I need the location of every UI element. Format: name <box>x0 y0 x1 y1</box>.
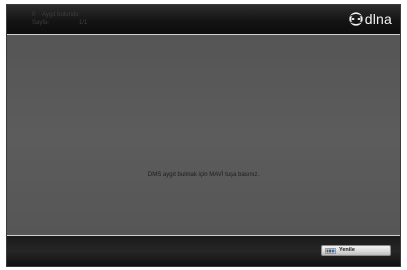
header-bar: 0 Aygıt bulundu Sayfa: 1/1 dlna <box>7 5 400 35</box>
dlna-screen: 0 Aygıt bulundu Sayfa: 1/1 dlna DMS aygı… <box>6 4 401 267</box>
blue-key-icon <box>325 247 336 254</box>
refresh-button-label: Yenile <box>339 247 355 253</box>
page-value: 1/1 <box>79 20 88 26</box>
device-count-title: 0 Aygıt bulundu <box>32 12 79 19</box>
device-found-label: Aygıt bulundu <box>42 12 79 18</box>
refresh-button[interactable]: Yenile <box>321 245 391 256</box>
dlna-logo: dlna <box>349 10 392 28</box>
info-message: DMS aygıt bulmak için MAVİ tuşa basınız. <box>147 172 260 178</box>
dlna-logo-icon <box>349 12 363 26</box>
page-label: Sayfa: <box>32 20 50 26</box>
dlna-logo-text: dlna <box>364 11 392 27</box>
content-area: DMS aygıt bulmak için MAVİ tuşa basınız. <box>7 35 400 237</box>
device-index: 0 <box>32 12 36 18</box>
footer-bar: Yenile <box>7 235 400 266</box>
